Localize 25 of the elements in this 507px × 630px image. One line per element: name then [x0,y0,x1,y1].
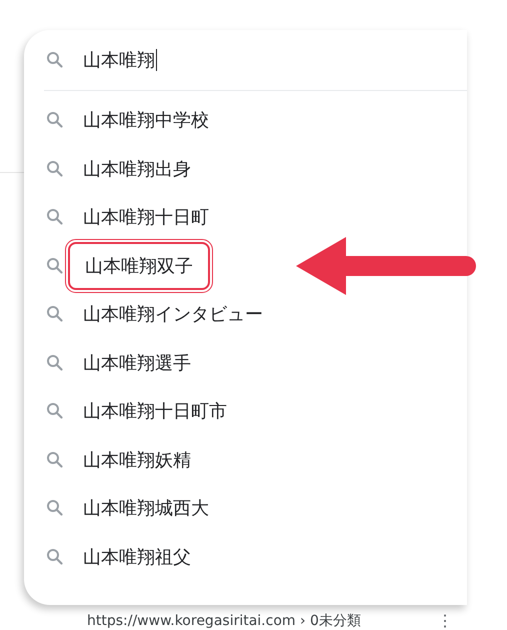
search-icon [46,51,64,69]
search-icon [46,305,64,324]
search-icon [46,548,64,566]
result-url[interactable]: https://www.koregasiritai.com › 0未分類 [87,612,361,630]
search-icon [46,111,64,130]
suggestion-text[interactable]: 山本唯翔中学校 [83,98,209,142]
suggestion-text[interactable]: 山本唯翔選手 [83,340,191,385]
search-icon [46,160,64,178]
suggestion-text[interactable]: 山本唯翔インタビュー [83,292,263,336]
search-icon [46,208,64,226]
search-icon [46,450,64,469]
search-query[interactable]: 山本唯翔 [83,48,155,72]
search-icon [46,256,64,275]
search-icon [46,402,64,420]
suggestion-text[interactable]: 山本唯翔城西大 [83,486,209,530]
suggestion-text[interactable]: 山本唯翔出身 [83,146,191,191]
suggestion-text[interactable]: 山本唯翔双子 [68,242,210,290]
suggestion-text[interactable]: 山本唯翔十日町 [83,195,209,240]
search-icon [46,354,64,372]
text-cursor [156,49,157,71]
suggestion-text[interactable]: 山本唯翔祖父 [83,534,191,579]
more-menu-button[interactable]: ⋮ [437,611,453,630]
suggestion-text[interactable]: 山本唯翔妖精 [83,438,191,482]
suggestion-text[interactable]: 山本唯翔十日町市 [83,389,227,434]
search-icon [46,499,64,518]
